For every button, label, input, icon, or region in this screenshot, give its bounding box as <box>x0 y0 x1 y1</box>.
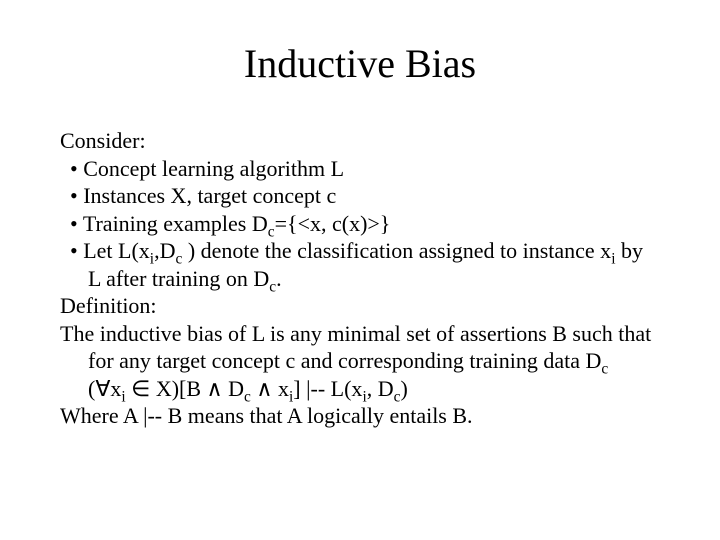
f-end: ) <box>400 376 407 401</box>
slide-title: Inductive Bias <box>60 40 660 87</box>
b4-pre: Let L(x <box>83 238 150 263</box>
d1-sub: c <box>601 360 608 377</box>
slide-body: Consider: Concept learning algorithm L I… <box>60 127 660 430</box>
bullet-2: Instances X, target concept c <box>60 182 660 210</box>
f-pre: (∀x <box>88 376 121 401</box>
definition-label: Definition: <box>60 292 660 320</box>
b4-mid1: ,D <box>154 238 175 263</box>
b3-pre: Training examples D <box>83 211 268 236</box>
f-mid1: ∈ X)[B ∧ D <box>126 376 244 401</box>
b4-end: . <box>276 266 282 291</box>
definition-body: The inductive bias of L is any minimal s… <box>60 320 660 375</box>
f-mid3: ] |-- L(x <box>293 376 362 401</box>
bullet-3: Training examples Dc={<x, c(x)>} <box>60 210 660 238</box>
formula: (∀xi ∈ X)[B ∧ Dc ∧ xi] |-- L(xi, Dc) <box>60 375 660 403</box>
bullet-4: Let L(xi,Dc ) denote the classification … <box>60 237 660 292</box>
slide: Inductive Bias Consider: Concept learnin… <box>0 0 720 540</box>
bullet-1: Concept learning algorithm L <box>60 155 660 183</box>
consider-label: Consider: <box>60 127 660 155</box>
b4-mid2: ) denote the classification assigned to … <box>182 238 611 263</box>
d1-pre: The inductive bias of L is any minimal s… <box>60 321 651 374</box>
where-line: Where A |-- B means that A logically ent… <box>60 402 660 430</box>
f-mid2: ∧ x <box>251 376 289 401</box>
b3-post: ={<x, c(x)>} <box>275 211 391 236</box>
f-mid4: , D <box>367 376 394 401</box>
